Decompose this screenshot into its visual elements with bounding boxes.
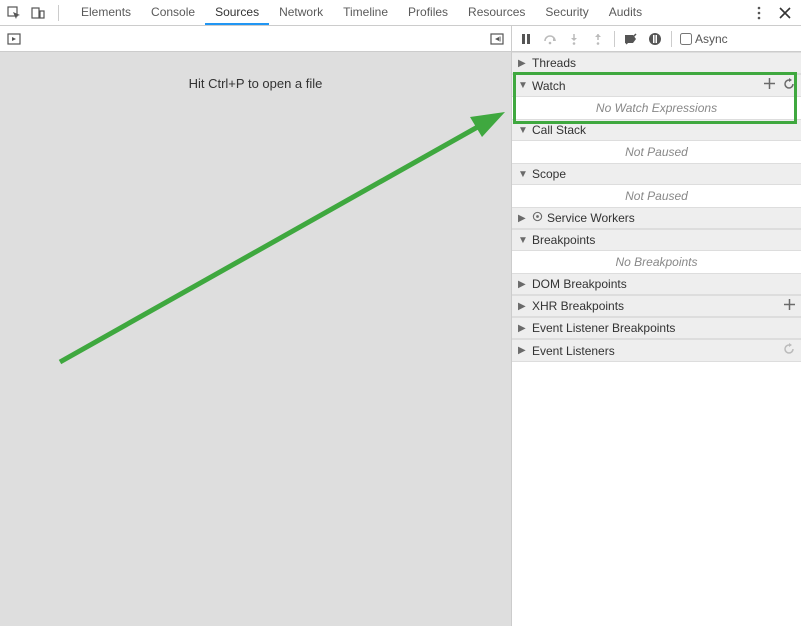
inspect-icon[interactable] [6, 5, 22, 21]
threads-header[interactable]: ▶ Threads [512, 52, 801, 74]
divider [58, 5, 59, 21]
dombreakpoints-label: DOM Breakpoints [532, 277, 627, 291]
async-checkbox[interactable]: Async [680, 32, 728, 46]
kebab-menu-icon[interactable] [751, 5, 767, 21]
async-label: Async [695, 32, 728, 46]
expand-icon: ▶ [518, 58, 528, 69]
callstack-empty: Not Paused [512, 141, 801, 163]
scope-label: Scope [532, 167, 566, 181]
device-mode-icon[interactable] [30, 5, 46, 21]
collapse-icon: ▼ [518, 235, 528, 246]
tab-console[interactable]: Console [141, 0, 205, 25]
close-icon[interactable] [777, 5, 793, 21]
expand-icon: ▶ [518, 345, 528, 356]
eventlistenerbreakpoints-header[interactable]: ▶ Event Listener Breakpoints [512, 317, 801, 339]
eventlistenerbreakpoints-label: Event Listener Breakpoints [532, 321, 675, 335]
watch-label: Watch [532, 79, 566, 93]
watch-empty: No Watch Expressions [512, 97, 801, 119]
main-tabs: Elements Console Sources Network Timelin… [71, 0, 652, 25]
tab-resources[interactable]: Resources [458, 0, 535, 25]
watch-header[interactable]: ▼ Watch [512, 74, 801, 97]
eventlisteners-header[interactable]: ▶ Event Listeners [512, 339, 801, 362]
pause-icon[interactable] [518, 31, 534, 47]
gear-icon [532, 211, 543, 225]
tab-profiles[interactable]: Profiles [398, 0, 458, 25]
xhrbreakpoints-header[interactable]: ▶ XHR Breakpoints [512, 295, 801, 317]
pause-on-exceptions-icon[interactable] [647, 31, 663, 47]
expand-icon: ▶ [518, 279, 528, 290]
show-debugger-icon[interactable] [489, 31, 505, 47]
scope-empty: Not Paused [512, 185, 801, 207]
refresh-listeners-icon[interactable] [783, 343, 795, 358]
tab-network[interactable]: Network [269, 0, 333, 25]
editor-hint: Hit Ctrl+P to open a file [0, 76, 511, 91]
expand-icon: ▶ [518, 213, 528, 224]
collapse-icon: ▼ [518, 169, 528, 180]
async-checkbox-input[interactable] [680, 33, 692, 45]
add-watch-icon[interactable] [764, 78, 775, 93]
divider [614, 31, 615, 47]
tab-audits[interactable]: Audits [599, 0, 652, 25]
main-area: Hit Ctrl+P to open a file ▶ Threads ▼ Wa… [0, 52, 801, 626]
tab-sources[interactable]: Sources [205, 0, 269, 25]
dombreakpoints-header[interactable]: ▶ DOM Breakpoints [512, 273, 801, 295]
breakpoints-label: Breakpoints [532, 233, 595, 247]
threads-label: Threads [532, 56, 576, 70]
breakpoints-empty: No Breakpoints [512, 251, 801, 273]
editor-pane: Hit Ctrl+P to open a file [0, 52, 512, 626]
refresh-watch-icon[interactable] [783, 78, 795, 93]
expand-icon: ▶ [518, 301, 528, 312]
debugger-sidebar: ▶ Threads ▼ Watch No Watch Expressions ▼… [512, 52, 801, 626]
divider [671, 31, 672, 47]
breakpoints-header[interactable]: ▼ Breakpoints [512, 229, 801, 251]
devtools-topbar: Elements Console Sources Network Timelin… [0, 0, 801, 26]
deactivate-breakpoints-icon[interactable] [623, 31, 639, 47]
scope-header[interactable]: ▼ Scope [512, 163, 801, 185]
step-over-icon[interactable] [542, 31, 558, 47]
collapse-icon: ▼ [518, 80, 528, 91]
show-navigator-icon[interactable] [6, 31, 22, 47]
step-into-icon[interactable] [566, 31, 582, 47]
tab-security[interactable]: Security [535, 0, 598, 25]
tab-timeline[interactable]: Timeline [333, 0, 398, 25]
add-xhr-icon[interactable] [784, 299, 795, 313]
eventlisteners-label: Event Listeners [532, 344, 615, 358]
callstack-label: Call Stack [532, 123, 586, 137]
expand-icon: ▶ [518, 323, 528, 334]
callstack-header[interactable]: ▼ Call Stack [512, 119, 801, 141]
serviceworkers-label: Service Workers [547, 211, 635, 225]
serviceworkers-header[interactable]: ▶ Service Workers [512, 207, 801, 229]
tab-elements[interactable]: Elements [71, 0, 141, 25]
sources-toolbar: Async [0, 26, 801, 52]
collapse-icon: ▼ [518, 125, 528, 136]
xhrbreakpoints-label: XHR Breakpoints [532, 299, 624, 313]
step-out-icon[interactable] [590, 31, 606, 47]
